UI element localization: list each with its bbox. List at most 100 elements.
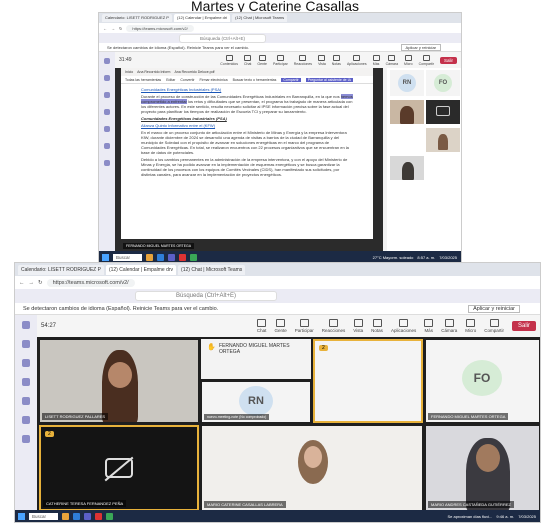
teams-icon[interactable]	[84, 512, 92, 520]
taskbar-search[interactable]: Buscar	[113, 253, 143, 261]
edge-icon[interactable]	[73, 512, 81, 520]
avatar-tile-rn[interactable]: RN nuevo-meeting-note (No comprobado)	[201, 381, 311, 423]
rail-apps[interactable]	[22, 435, 30, 444]
toolbar-share[interactable]: Compartir	[484, 319, 504, 333]
toolbar-raise-hand[interactable]: Participar	[295, 319, 314, 333]
rail-activity[interactable]	[22, 321, 30, 330]
weather-widget[interactable]: 27°C Mayorm. soleado	[373, 255, 414, 260]
ribbon-share[interactable]: Compartir	[281, 77, 301, 82]
toolbar-more[interactable]: Más	[372, 54, 380, 66]
teams-icon[interactable]	[168, 253, 176, 261]
ribbon-ai-assistant[interactable]: Preguntar al asistente de IA	[305, 77, 353, 82]
chrome-icon[interactable]	[190, 253, 198, 261]
toolbar-camera[interactable]: Cámara	[441, 319, 457, 333]
rail-onedrive[interactable]	[104, 143, 110, 150]
video-tile[interactable]: LISETT RODRIGUEZ PALLARES	[39, 339, 199, 423]
edge-icon[interactable]	[157, 253, 165, 261]
toolbar-raise-hand[interactable]: Participar	[273, 54, 288, 66]
windows-start-icon[interactable]	[18, 512, 25, 520]
clock-date[interactable]: 7/03/2025	[439, 255, 457, 260]
rail-teams[interactable]	[104, 92, 110, 99]
browser-tab-teams-calendar[interactable]: (12) Calendar | Empalme dri	[173, 14, 231, 22]
url-field[interactable]: https://teams.microsoft.com/v2/	[46, 278, 135, 287]
back-icon[interactable]: ←	[19, 280, 25, 286]
ribbon-sign[interactable]: Firmar electrónica	[200, 78, 228, 82]
toolbar-view[interactable]: Vista	[353, 319, 363, 333]
forward-icon[interactable]: →	[111, 26, 115, 31]
ribbon-search[interactable]: Buscar texto o herramientas	[233, 78, 277, 82]
video-tile[interactable]: MARIO ANDRES CASTAÑEDA GUTIÉRREZ	[425, 425, 540, 511]
url-field[interactable]: https://teams.microsoft.com/v2/	[126, 24, 194, 32]
avatar-tile-fo[interactable]: FO FERNANDO MIGUEL MARTES ORTEGA	[425, 339, 540, 423]
toolbar-camera[interactable]: Cámara	[386, 54, 398, 66]
file-explorer-icon[interactable]	[146, 253, 154, 261]
rail-chat[interactable]	[22, 340, 30, 349]
back-icon[interactable]: ←	[103, 26, 107, 31]
leave-button[interactable]: Salir	[439, 56, 457, 64]
rail-teams[interactable]	[22, 359, 30, 368]
taskbar-search[interactable]: Buscar	[29, 512, 59, 520]
video-tile[interactable]: MARIO CATERINE CASALLAS LABRERA	[201, 425, 423, 511]
toolbar-people[interactable]: Gente	[257, 54, 267, 66]
toolbar-apps[interactable]: Aplicaciones	[347, 54, 367, 66]
rail-activity[interactable]	[104, 58, 110, 65]
rail-chat[interactable]	[104, 75, 110, 82]
toolbar-mic[interactable]: Micro	[465, 319, 476, 333]
video-tile-camera-off[interactable]: 2 CATHERINE TERESA FERNANDEZ PEÑA	[39, 425, 199, 511]
apply-restart-button[interactable]: Aplicar y reiniciar	[468, 304, 520, 313]
side-tile-rn[interactable]: RN	[390, 70, 424, 96]
toolbar-more[interactable]: Más	[424, 319, 434, 333]
toolbar-reactions[interactable]: Reacciones	[294, 54, 312, 66]
forward-icon[interactable]: →	[29, 280, 35, 286]
chrome-icon[interactable]	[106, 512, 114, 520]
side-tile-video[interactable]	[390, 100, 424, 124]
toolbar-view[interactable]: Vista	[318, 54, 326, 66]
side-tile-camera-off[interactable]	[426, 100, 460, 124]
acrobat-icon[interactable]	[95, 512, 103, 520]
reload-icon[interactable]: ↻	[38, 280, 43, 286]
rail-calendar[interactable]	[104, 109, 110, 116]
toolbar-people[interactable]: Gente	[274, 319, 287, 333]
toolbar-notes[interactable]: Notas	[332, 54, 341, 66]
file-explorer-icon[interactable]	[62, 512, 70, 520]
video-tile-speaking[interactable]: 2	[313, 339, 423, 423]
search-input[interactable]: Búsqueda (Ctrl+Alt+E)	[179, 33, 267, 43]
ribbon-convert[interactable]: Convertir	[180, 78, 194, 82]
browser-tab-teams-chat[interactable]: (12) Chat | Microsoft Teams	[178, 264, 246, 275]
windows-start-icon[interactable]	[102, 253, 109, 261]
clock-date[interactable]: 7/03/2025	[518, 514, 536, 519]
toolbar-notes[interactable]: Notas	[371, 319, 383, 333]
ribbon-edit[interactable]: Editar	[166, 78, 175, 82]
side-tile-video-3[interactable]	[390, 156, 424, 180]
clock-time[interactable]: 8:57 a. m.	[417, 255, 435, 260]
browser-tab-teams-chat[interactable]: (12) Chat | Microsoft Teams	[232, 14, 288, 22]
rail-onedrive[interactable]	[22, 416, 30, 425]
rail-calls[interactable]	[22, 397, 30, 406]
browser-tab-teams-calendar[interactable]: (12) Calendar | Empalme drv	[105, 264, 177, 275]
reload-icon[interactable]: ↻	[119, 26, 122, 31]
ribbon-all-tools[interactable]: Todas las herramientas	[125, 78, 161, 82]
toolbar-apps[interactable]: Aplicaciones	[391, 319, 416, 333]
acrobat-icon[interactable]	[179, 253, 187, 261]
toolbar-chat[interactable]: Chat	[257, 319, 266, 333]
rail-calls[interactable]	[104, 126, 110, 133]
pdf-tab-home[interactable]: Inicio	[125, 70, 133, 74]
toolbar-reactions[interactable]: Reacciones	[322, 319, 345, 333]
rail-apps[interactable]	[104, 160, 110, 167]
browser-tab-calendar[interactable]: Calendario: LISETT RODRIGUEZ P	[18, 264, 104, 275]
toolbar-share[interactable]: Compartir	[419, 54, 434, 66]
toolbar-chat[interactable]: Chat	[244, 54, 251, 66]
leave-button[interactable]: Salir	[511, 321, 536, 331]
side-tile-video-2[interactable]	[426, 128, 460, 152]
apply-restart-button[interactable]: Aplicar y reiniciar	[400, 43, 441, 51]
pdf-tab-file-2[interactable]: Ana Recorrido Deloce.pdf	[174, 70, 214, 74]
toolbar-contents[interactable]: Contenidos	[220, 54, 238, 66]
rail-calendar[interactable]	[22, 378, 30, 387]
search-input[interactable]: Búsqueda (Ctrl+Alt+E)	[135, 291, 278, 301]
browser-tab-calendar[interactable]: Calendario: LISETT RODRIGUEZ P	[102, 14, 172, 22]
pdf-tab-file-1[interactable]: Ana Recorrido Inform	[137, 70, 170, 74]
side-tile-fo[interactable]: FO	[426, 70, 460, 96]
toolbar-mic[interactable]: Micro	[404, 54, 413, 66]
clock-time[interactable]: 9:46 a. m.	[496, 514, 514, 519]
weather-widget[interactable]: Se aproximan días fluvi...	[447, 514, 492, 519]
